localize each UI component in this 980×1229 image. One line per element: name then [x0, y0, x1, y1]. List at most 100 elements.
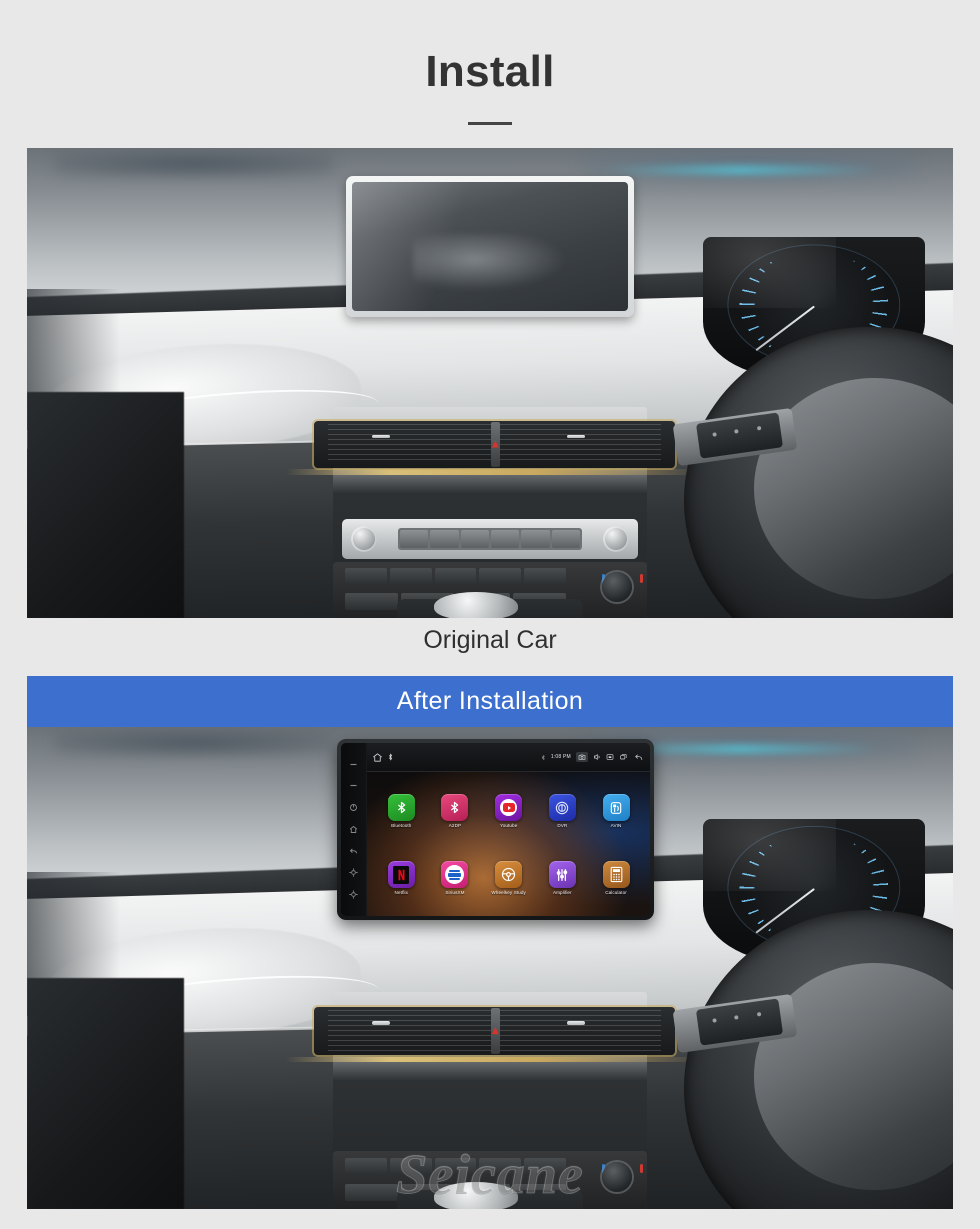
android-screen[interactable]: 1:08 PM Bluetooth A2DP Youtube DVR AVIN … — [341, 743, 650, 916]
app-label: SiriusXM — [445, 890, 465, 896]
climate-button[interactable] — [479, 568, 521, 586]
wheel-control-button[interactable] — [712, 1018, 718, 1023]
wheel-control-button[interactable] — [712, 432, 718, 437]
app-label: Amplifier — [552, 890, 572, 896]
back-key[interactable] — [349, 847, 358, 856]
screen-reflection — [412, 233, 567, 291]
climate-button[interactable] — [434, 568, 477, 586]
android-head-unit[interactable]: 1:08 PM Bluetooth A2DP Youtube DVR AVIN … — [337, 739, 654, 920]
climate-button-row-top[interactable] — [345, 1158, 566, 1176]
equalizer-icon[interactable] — [548, 861, 576, 889]
volume-up-key[interactable] — [349, 760, 358, 769]
climate-button[interactable] — [345, 1183, 398, 1201]
climate-button[interactable] — [389, 568, 432, 586]
bluetooth-icon[interactable] — [387, 794, 415, 821]
power-key[interactable] — [349, 803, 358, 812]
gear-shift-knob[interactable] — [434, 592, 518, 618]
app-calculator[interactable]: Calculator — [602, 861, 630, 895]
app-youtube[interactable]: Youtube — [495, 794, 523, 828]
climate-button-row-top[interactable] — [345, 568, 566, 586]
media-button[interactable] — [551, 530, 580, 549]
media-knob-left[interactable] — [350, 526, 377, 553]
climate-button[interactable] — [523, 568, 566, 586]
gear-shift-knob[interactable] — [434, 1182, 518, 1209]
app-netflix[interactable]: Netflix — [387, 861, 415, 896]
page-title: Install — [425, 47, 555, 96]
cluster-glare — [703, 237, 837, 308]
page-header: Install — [0, 47, 980, 126]
original-car-photo — [27, 148, 953, 618]
vent-chrome-left — [371, 434, 390, 439]
climate-button[interactable] — [345, 593, 398, 611]
back-arrow-icon[interactable] — [633, 753, 644, 762]
climate-button[interactable] — [389, 1158, 432, 1176]
android-status-bar[interactable]: 1:08 PM — [367, 743, 650, 773]
media-button-row[interactable] — [398, 528, 582, 551]
android-app-grid[interactable]: Bluetooth A2DP Youtube DVR AVIN Netflix … — [367, 772, 649, 915]
app-label: Wheelkey Study — [491, 890, 526, 896]
hazard-light-button[interactable] — [491, 440, 499, 448]
car-interior-scene-original — [27, 148, 953, 618]
factory-head-unit — [346, 176, 634, 318]
gold-trim-accent — [286, 469, 703, 475]
media-knob-right[interactable] — [603, 526, 630, 553]
air-vents — [314, 420, 676, 468]
home-key[interactable] — [349, 825, 358, 834]
temperature-knob[interactable] — [601, 1161, 632, 1192]
climate-button[interactable] — [523, 1158, 566, 1176]
bluetooth-status-icon — [541, 754, 546, 761]
nav-key[interactable] — [349, 868, 358, 877]
wheel-control-button[interactable] — [734, 1015, 740, 1020]
display-icon[interactable] — [606, 753, 614, 761]
title-divider — [468, 122, 512, 126]
windshield-teal-reflection — [601, 165, 879, 174]
wheel-control-button[interactable] — [757, 1011, 762, 1017]
camera-icon[interactable] — [575, 752, 588, 763]
siriusxm-icon[interactable] — [441, 861, 469, 889]
app-wheelkey-study[interactable]: Wheelkey Study — [491, 861, 526, 895]
home-icon[interactable] — [372, 752, 383, 763]
climate-button[interactable] — [345, 568, 387, 586]
app-dvr[interactable]: DVR — [548, 794, 576, 828]
status-bar-clock: 1:08 PM — [550, 754, 571, 761]
temperature-knob[interactable] — [601, 571, 632, 602]
climate-button[interactable] — [479, 1158, 521, 1176]
avin-icon[interactable] — [602, 794, 630, 821]
climate-button[interactable] — [434, 1158, 477, 1176]
dvr-icon[interactable] — [548, 794, 576, 821]
volume-down-key[interactable] — [349, 781, 358, 790]
app-label: DVR — [557, 823, 568, 828]
car-interior-scene-after: 1:08 PM Bluetooth A2DP Youtube DVR AVIN … — [27, 727, 953, 1209]
calculator-icon[interactable] — [602, 861, 630, 889]
after-installation-photo: 1:08 PM Bluetooth A2DP Youtube DVR AVIN … — [27, 727, 953, 1209]
app-amplifier[interactable]: Amplifier — [548, 861, 576, 896]
settings-key[interactable] — [349, 890, 358, 899]
recents-icon[interactable] — [619, 753, 628, 761]
media-button[interactable] — [460, 530, 489, 549]
app-bluetooth[interactable]: Bluetooth — [387, 794, 415, 828]
wheel-control-button[interactable] — [757, 425, 762, 431]
head-unit-main-area: 1:08 PM Bluetooth A2DP Youtube DVR AVIN … — [367, 743, 650, 916]
wheel-control-button[interactable] — [734, 428, 740, 434]
climate-button[interactable] — [345, 1158, 387, 1176]
media-button[interactable] — [400, 530, 429, 549]
youtube-icon[interactable] — [495, 794, 523, 821]
temperature-hot-indicator — [639, 1163, 643, 1173]
volume-icon[interactable] — [593, 753, 601, 761]
app-siriusxm[interactable]: SiriusXM — [441, 861, 469, 896]
head-unit-side-keys[interactable] — [341, 743, 368, 916]
vent-chrome-right — [566, 1021, 585, 1025]
app-a2dp[interactable]: A2DP — [441, 794, 469, 828]
vent-chrome-right — [566, 434, 585, 439]
media-button[interactable] — [521, 530, 550, 549]
hazard-light-button[interactable] — [491, 1027, 499, 1035]
bluetooth-icon[interactable] — [441, 794, 469, 821]
app-label: Youtube — [499, 823, 518, 828]
steering-icon[interactable] — [495, 861, 523, 889]
bluetooth-icon[interactable] — [388, 753, 393, 761]
app-avin[interactable]: AVIN — [602, 794, 630, 828]
media-button[interactable] — [430, 530, 459, 549]
app-label: Netflix — [394, 890, 409, 896]
netflix-icon[interactable] — [387, 861, 415, 889]
media-button[interactable] — [490, 530, 520, 549]
